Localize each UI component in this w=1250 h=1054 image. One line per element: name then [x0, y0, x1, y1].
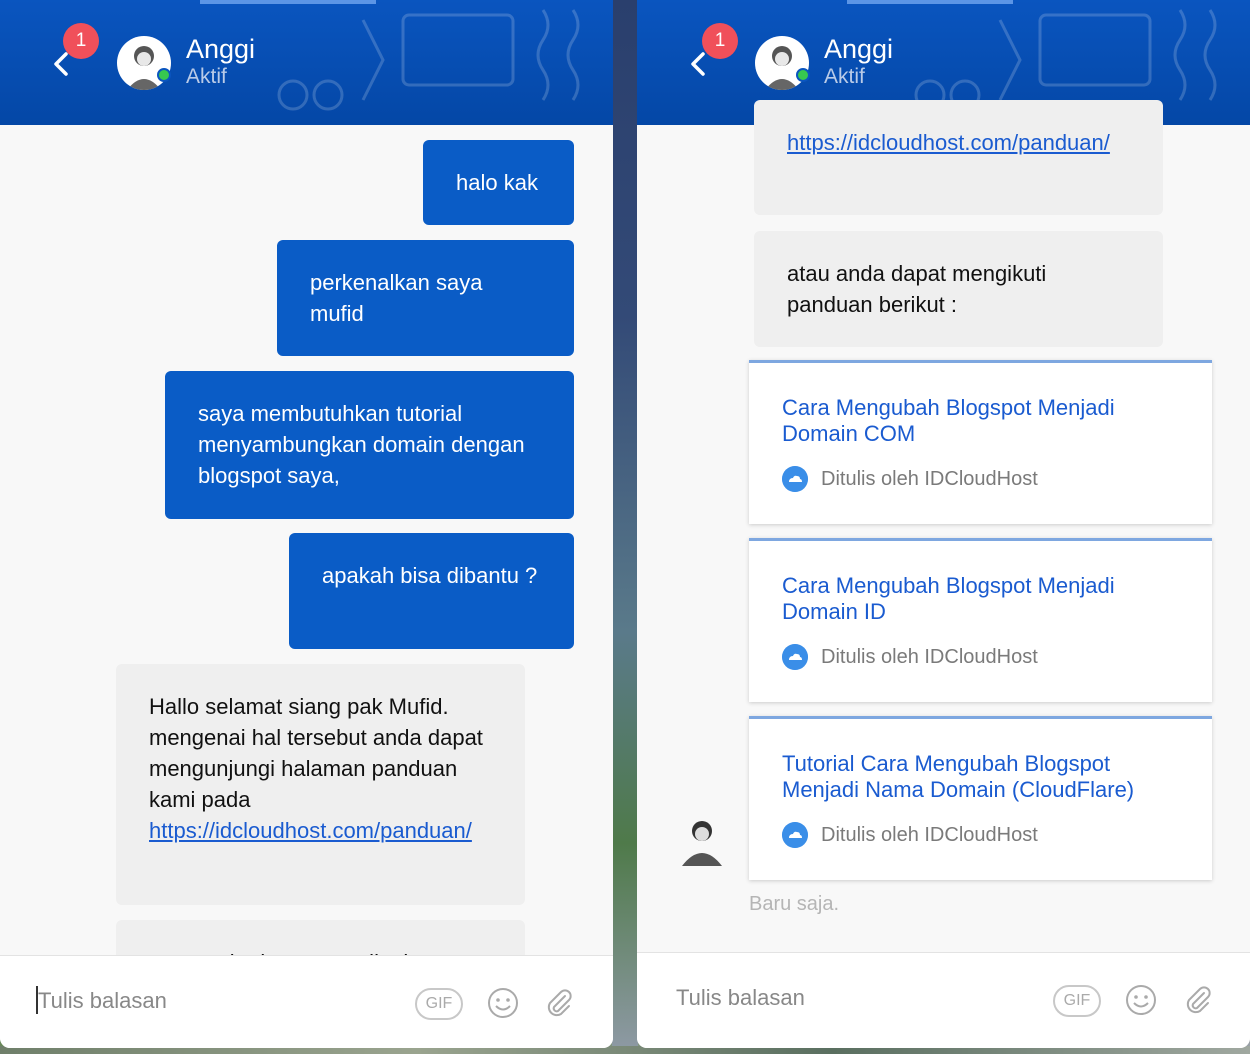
article-card[interactable]: Cara Mengubah Blogspot Menjadi Domain CO…	[749, 360, 1212, 524]
incoming-message-clipped: https://idcloudhost.com/panduan/	[754, 100, 1163, 215]
outgoing-message: apakah bisa dibantu ?	[289, 533, 574, 649]
article-card-author: Ditulis oleh IDCloudHost	[821, 468, 1038, 490]
chat-header: 1 Anggi Aktif	[0, 0, 613, 125]
reply-input[interactable]: Tulis balasan	[38, 988, 167, 1014]
reply-composer: Tulis balasan GIF	[0, 955, 613, 1048]
message-timestamp: Baru saja.	[749, 893, 840, 915]
cloud-logo-icon	[782, 644, 808, 670]
online-status-dot	[157, 68, 171, 82]
article-card[interactable]: Cara Mengubah Blogspot Menjadi Domain ID…	[749, 538, 1212, 702]
header-pattern-icon	[277, 9, 580, 111]
chat-panel-left: 1 Anggi Aktif halo kak perkenalkan saya …	[0, 0, 613, 1048]
smiley-icon[interactable]	[487, 987, 519, 1019]
cloud-logo-icon	[782, 466, 808, 492]
paperclip-icon[interactable]	[543, 987, 575, 1019]
chat-panel-right: 1 Anggi Aktif https://idcloudhost.com/pa…	[637, 0, 1250, 1048]
cloud-logo-icon	[782, 822, 808, 848]
paperclip-icon[interactable]	[1182, 984, 1214, 1016]
article-card-title[interactable]: Tutorial Cara Mengubah Blogspot Menjadi …	[782, 751, 1192, 803]
agent-avatar-small	[682, 821, 722, 866]
unread-badge: 1	[63, 23, 99, 59]
unread-badge: 1	[702, 23, 738, 59]
panduan-link[interactable]: https://idcloudhost.com/panduan/	[787, 127, 1130, 158]
panduan-link[interactable]: https://idcloudhost.com/panduan/	[149, 815, 492, 846]
gif-button[interactable]: GIF	[415, 988, 463, 1020]
incoming-message: atau anda dapat mengikuti panduan beriku…	[754, 231, 1163, 347]
agent-name: Anggi	[824, 34, 894, 64]
article-card[interactable]: Tutorial Cara Mengubah Blogspot Menjadi …	[749, 716, 1212, 880]
background-strip	[612, 0, 638, 1054]
reply-composer: Tulis balasan GIF	[637, 952, 1250, 1048]
agent-status: Aktif	[824, 65, 865, 88]
gif-button[interactable]: GIF	[1053, 985, 1101, 1017]
outgoing-message: halo kak	[423, 140, 574, 225]
outgoing-message: perkenalkan saya mufid	[277, 240, 574, 356]
article-card-title[interactable]: Cara Mengubah Blogspot Menjadi Domain ID	[782, 573, 1192, 625]
online-status-dot	[796, 68, 810, 82]
article-card-author: Ditulis oleh IDCloudHost	[821, 824, 1038, 846]
incoming-message: Hallo selamat siang pak Mufid. mengenai …	[116, 664, 525, 905]
smiley-icon[interactable]	[1125, 984, 1157, 1016]
agent-status: Aktif	[186, 65, 227, 88]
agent-name: Anggi	[186, 34, 256, 64]
article-card-title[interactable]: Cara Mengubah Blogspot Menjadi Domain CO…	[782, 395, 1192, 447]
article-card-author: Ditulis oleh IDCloudHost	[821, 646, 1038, 668]
outgoing-message: saya membutuhkan tutorial menyambungkan …	[165, 371, 574, 519]
reply-input[interactable]: Tulis balasan	[676, 985, 805, 1011]
